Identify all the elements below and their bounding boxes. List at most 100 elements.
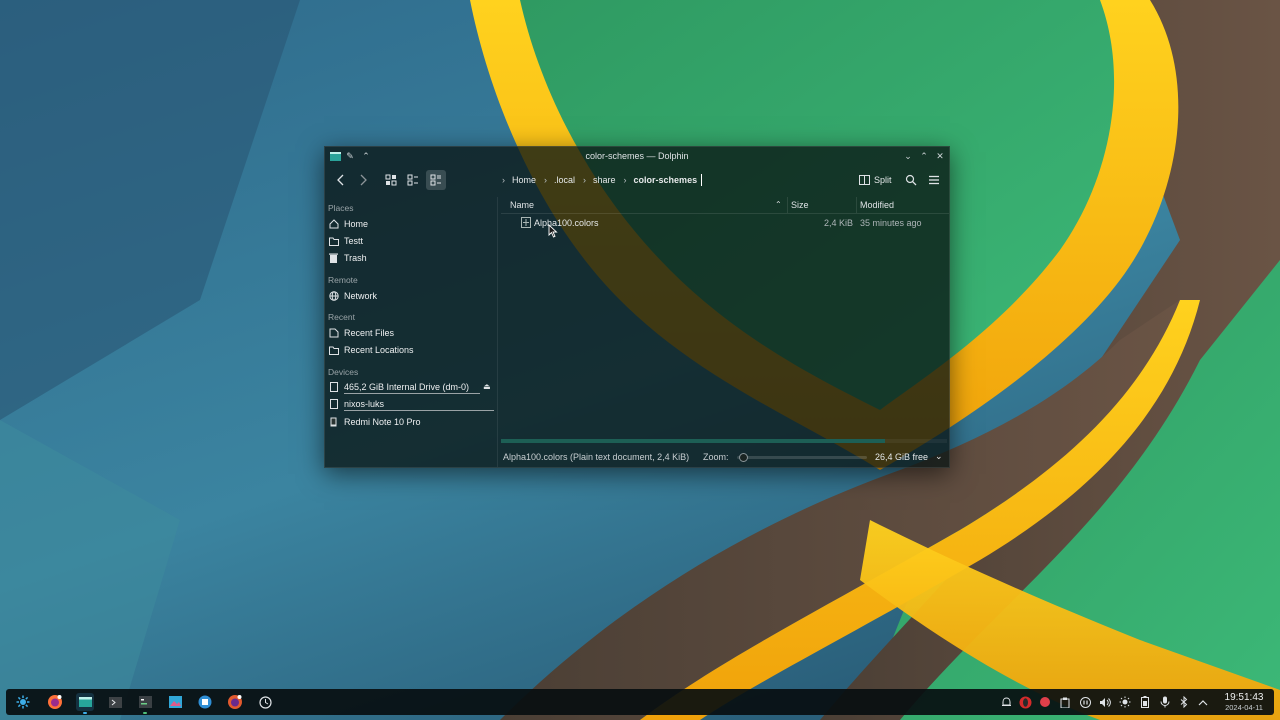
drive-usage-bar	[344, 410, 494, 411]
tray-expand-icon[interactable]	[1196, 695, 1210, 709]
compact-view-button[interactable]	[403, 170, 423, 190]
forward-button[interactable]	[353, 170, 373, 190]
split-button[interactable]: Split	[859, 170, 892, 190]
microphone-icon[interactable]	[1158, 695, 1172, 709]
section-places: Places	[328, 203, 354, 213]
column-modified[interactable]: Modified	[860, 200, 894, 210]
place-recent-locations[interactable]: Recent Locations	[328, 342, 496, 358]
hamburger-menu-icon	[929, 175, 939, 185]
notifications-icon[interactable]	[999, 695, 1013, 709]
device-redmi-note[interactable]: Redmi Note 10 Pro	[328, 414, 496, 430]
search-icon	[905, 174, 917, 186]
folder-icon	[328, 236, 339, 247]
app-launcher-icon[interactable]	[14, 693, 32, 711]
file-modified: 35 minutes ago	[860, 218, 922, 228]
file-list-header: Name ⌃ Size Modified	[501, 197, 949, 214]
device-label: nixos-luks	[344, 399, 385, 409]
column-divider[interactable]	[856, 197, 857, 213]
place-network[interactable]: Network	[328, 288, 496, 304]
breadcrumb-local[interactable]: .local	[552, 175, 577, 185]
home-icon	[328, 219, 339, 230]
breadcrumb-current[interactable]: color-schemes	[632, 175, 700, 185]
details-view-button[interactable]	[426, 170, 446, 190]
running-indicator	[143, 712, 147, 714]
brightness-icon[interactable]	[1118, 695, 1132, 709]
bluetooth-icon[interactable]	[1177, 695, 1191, 709]
free-space-bar	[501, 439, 947, 443]
breadcrumb-share[interactable]: share	[591, 175, 618, 185]
clock-app-icon[interactable]	[256, 693, 274, 711]
sort-ascending-icon[interactable]: ⌃	[775, 200, 782, 209]
active-window-indicator	[83, 712, 87, 714]
place-home[interactable]: Home	[328, 216, 496, 232]
place-label: Network	[344, 291, 378, 301]
drive-usage-bar	[344, 393, 480, 394]
menu-button[interactable]	[924, 170, 944, 190]
section-remote: Remote	[328, 275, 358, 285]
drive-icon	[328, 382, 339, 393]
place-recent-files[interactable]: Recent Files	[328, 325, 496, 341]
digital-clock[interactable]: 19:51:43 2024-04-11	[1214, 692, 1274, 712]
toolbar: › Home › .local › share › color-schemes …	[325, 167, 949, 193]
clock-time: 19:51:43	[1224, 692, 1264, 703]
column-divider[interactable]	[787, 197, 788, 213]
place-testt[interactable]: Testt	[328, 233, 496, 249]
column-name[interactable]: Name	[510, 200, 534, 210]
place-trash[interactable]: Trash	[328, 250, 496, 266]
place-label: Recent Locations	[344, 345, 414, 355]
battery-icon[interactable]	[1138, 695, 1152, 709]
section-recent: Recent	[328, 312, 355, 322]
place-label: Home	[344, 219, 369, 229]
breadcrumb-home[interactable]: Home	[510, 175, 538, 185]
breadcrumb[interactable]: › Home › .local › share › color-schemes	[499, 171, 703, 189]
clock-date: 2024-04-11	[1225, 703, 1263, 712]
device-label: 465,2 GiB Internal Drive (dm-0)	[344, 382, 470, 392]
terminal-icon[interactable]	[106, 693, 124, 711]
panel-divider[interactable]	[497, 197, 498, 467]
network-icon	[328, 291, 339, 302]
maximize-icon[interactable]: ⌃	[918, 150, 930, 162]
search-button[interactable]	[901, 170, 921, 190]
record-icon[interactable]	[1038, 695, 1052, 709]
firefox-private-icon[interactable]	[226, 693, 244, 711]
chevron-down-icon[interactable]: ⌄	[935, 451, 943, 462]
recent-locations-icon	[328, 345, 339, 356]
pause-icon[interactable]	[1078, 695, 1092, 709]
clipboard-icon[interactable]	[1058, 695, 1072, 709]
column-size[interactable]: Size	[791, 200, 809, 210]
status-bar: Alpha100.colors (Plain text document, 2,…	[501, 451, 949, 465]
place-label: Testt	[344, 236, 364, 246]
dolphin-icon[interactable]	[76, 693, 94, 714]
recent-files-icon	[328, 328, 339, 339]
free-space-label[interactable]: 26,4 GiB free	[875, 452, 928, 462]
file-row[interactable]: Alpha100.colors 2,4 KiB 35 minutes ago	[501, 215, 949, 231]
window-titlebar[interactable]: ✎ ⌃ color-schemes — Dolphin ⌄ ⌃ ✕	[325, 147, 949, 165]
chevron-right-icon: ›	[544, 175, 548, 185]
icons-view-icon	[385, 174, 397, 186]
device-label: Redmi Note 10 Pro	[344, 417, 421, 427]
free-space-bar-fill	[501, 439, 885, 443]
file-size: 2,4 KiB	[823, 218, 853, 228]
text-file-icon	[521, 217, 531, 228]
eject-icon[interactable]: ⏏	[483, 382, 491, 391]
zoom-slider-handle[interactable]	[739, 453, 749, 462]
discover-icon[interactable]	[196, 693, 214, 711]
chevron-right-icon: ›	[502, 175, 505, 185]
icons-view-button[interactable]	[381, 170, 401, 190]
close-icon[interactable]: ✕	[934, 150, 946, 162]
compact-view-icon	[407, 174, 418, 186]
forward-arrow-icon	[360, 174, 367, 186]
volume-icon[interactable]	[1098, 695, 1112, 709]
places-panel: Places Home Testt Trash Remote Network R…	[325, 197, 497, 467]
zoom-label: Zoom:	[703, 452, 729, 462]
back-button[interactable]	[331, 170, 351, 190]
firefox-icon[interactable]	[46, 693, 64, 711]
dolphin-window: ✎ ⌃ color-schemes — Dolphin ⌄ ⌃ ✕ › Home…	[324, 146, 950, 468]
opera-icon[interactable]	[1018, 695, 1032, 709]
zoom-slider[interactable]	[737, 453, 867, 462]
system-monitor-icon[interactable]	[136, 693, 154, 714]
image-viewer-icon[interactable]	[166, 693, 184, 711]
place-label: Recent Files	[344, 328, 395, 338]
minimize-icon[interactable]: ⌄	[902, 150, 914, 162]
taskbar: 19:51:43 2024-04-11	[6, 689, 1274, 715]
